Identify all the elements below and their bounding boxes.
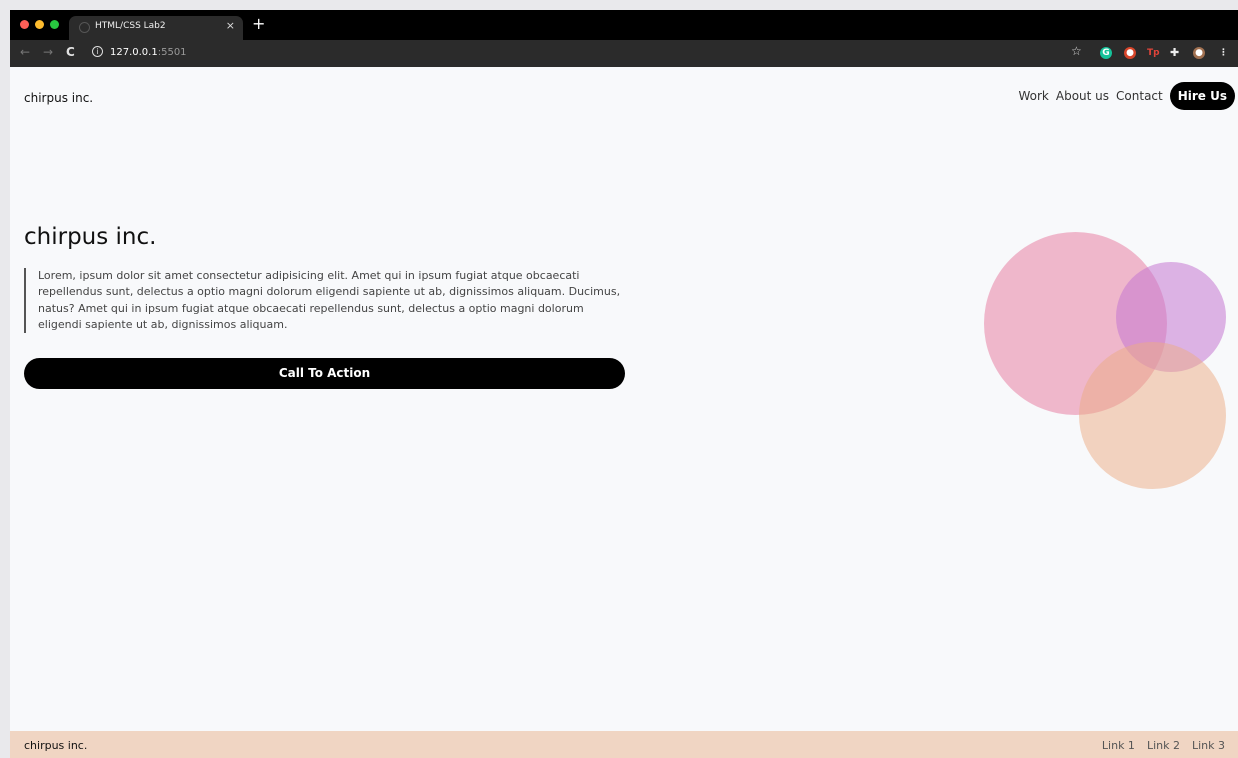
grammarly-extension-icon[interactable]: G bbox=[1100, 47, 1112, 59]
decorative-circles bbox=[978, 227, 1228, 497]
back-arrow-icon[interactable]: ← bbox=[20, 45, 30, 59]
profile-avatar[interactable]: ● bbox=[1193, 47, 1205, 59]
browser-tab[interactable]: HTML/CSS Lab2 × bbox=[69, 16, 243, 40]
hire-us-button[interactable]: Hire Us bbox=[1169, 82, 1235, 110]
hero-description: Lorem, ipsum dolor sit amet consectetur … bbox=[24, 268, 622, 334]
puzzle-extensions-icon[interactable]: ✚ bbox=[1170, 47, 1179, 59]
nav-link-work[interactable]: Work bbox=[1018, 89, 1048, 103]
tab-title: HTML/CSS Lab2 bbox=[95, 21, 166, 31]
nav-link-about[interactable]: About us bbox=[1056, 89, 1109, 103]
minimize-window-button[interactable] bbox=[35, 20, 44, 29]
tab-close-icon[interactable]: × bbox=[226, 19, 235, 32]
browser-toolbar: ← → C i 127.0.0.1:5501 ☆ G ● Tp ✚ ● ⋮ bbox=[10, 40, 1238, 67]
call-to-action-button[interactable]: Call To Action bbox=[24, 358, 625, 389]
tp-extension-icon[interactable]: Tp bbox=[1147, 47, 1160, 59]
url-host: 127.0.0.1 bbox=[110, 47, 158, 58]
forward-arrow-icon[interactable]: → bbox=[43, 45, 53, 59]
shield-extension-icon[interactable]: ● bbox=[1124, 47, 1136, 59]
url-port: :5501 bbox=[157, 47, 187, 58]
site-footer: chirpus inc. Link 1 Link 2 Link 3 bbox=[10, 731, 1238, 758]
web-page: chirpus inc. Work About us Contact Hire … bbox=[10, 67, 1238, 758]
site-header: chirpus inc. Work About us Contact Hire … bbox=[10, 67, 1238, 127]
close-window-button[interactable] bbox=[20, 20, 29, 29]
globe-icon bbox=[79, 22, 90, 33]
tab-bar: HTML/CSS Lab2 × + bbox=[10, 10, 1238, 40]
new-tab-button[interactable]: + bbox=[252, 15, 265, 33]
bookmark-star-icon[interactable]: ☆ bbox=[1071, 45, 1082, 57]
footer-brand: chirpus inc. bbox=[24, 739, 88, 752]
info-icon[interactable]: i bbox=[92, 46, 103, 57]
peach-circle bbox=[1079, 342, 1226, 489]
address-bar[interactable]: 127.0.0.1:5501 bbox=[110, 47, 187, 58]
site-brand[interactable]: chirpus inc. bbox=[24, 91, 93, 105]
more-menu-icon[interactable]: ⋮ bbox=[1219, 47, 1228, 59]
footer-link-2[interactable]: Link 2 bbox=[1147, 739, 1180, 752]
nav-link-contact[interactable]: Contact bbox=[1116, 89, 1163, 103]
footer-links: Link 1 Link 2 Link 3 bbox=[1102, 739, 1225, 752]
reload-icon[interactable]: C bbox=[66, 45, 75, 59]
footer-link-3[interactable]: Link 3 bbox=[1192, 739, 1225, 752]
hero-title: chirpus inc. bbox=[24, 224, 157, 250]
maximize-window-button[interactable] bbox=[50, 20, 59, 29]
main-nav: Work About us Contact Hire Us bbox=[1018, 81, 1235, 111]
footer-link-1[interactable]: Link 1 bbox=[1102, 739, 1135, 752]
browser-window: HTML/CSS Lab2 × + ← → C i 127.0.0.1:5501… bbox=[10, 10, 1238, 758]
